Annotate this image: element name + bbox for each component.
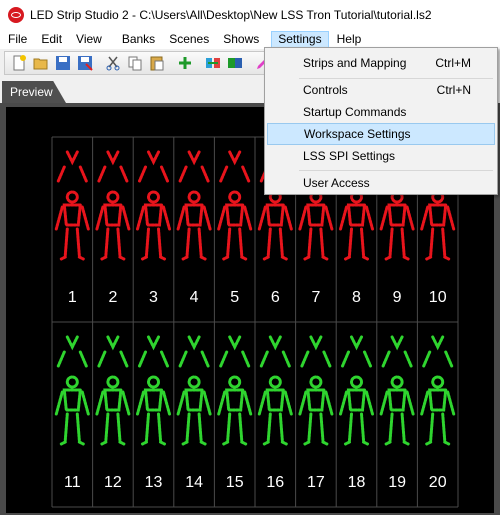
- menu-item-label: LSS SPI Settings: [303, 149, 396, 163]
- led-figure: [136, 335, 171, 446]
- menu-item-user-access[interactable]: User Access: [267, 172, 495, 194]
- menu-scenes[interactable]: Scenes: [163, 31, 215, 48]
- led-figure: [54, 335, 90, 446]
- window-title: LED Strip Studio 2 - C:\Users\All\Deskto…: [30, 8, 432, 22]
- tool-icon[interactable]: [205, 55, 221, 71]
- fixture-number-label: 13: [145, 474, 163, 491]
- tool2-icon[interactable]: [227, 55, 243, 71]
- fixture-number-label: 19: [388, 474, 406, 491]
- menu-item-label: Strips and Mapping: [303, 56, 407, 70]
- menu-item-startup-commands[interactable]: Startup Commands: [267, 101, 495, 123]
- menu-item-label: Startup Commands: [303, 105, 407, 119]
- fixture-number-label: 11: [64, 474, 81, 491]
- led-figure: [136, 150, 171, 261]
- toolbar-strip: [4, 51, 294, 75]
- fixture-number-label: 18: [348, 474, 366, 491]
- fixture-number-label: 7: [311, 289, 320, 306]
- menu-item-lss-spi-settings[interactable]: LSS SPI Settings: [267, 145, 495, 167]
- fixture-number-label: 2: [108, 289, 117, 306]
- new-icon[interactable]: [11, 55, 27, 71]
- menu-help[interactable]: Help: [331, 31, 368, 48]
- fixture-number-label: 12: [104, 474, 122, 491]
- shortcut-label: Ctrl+N: [436, 83, 471, 97]
- copy-icon[interactable]: [127, 55, 143, 71]
- menu-item-label: Workspace Settings: [304, 127, 411, 141]
- fixture-number-label: 5: [230, 289, 239, 306]
- led-figure: [54, 150, 90, 261]
- cut-icon[interactable]: [105, 55, 121, 71]
- led-figure: [217, 335, 253, 446]
- menu-item-label: User Access: [303, 176, 370, 190]
- app-logo-icon: [8, 7, 24, 23]
- settings-dropdown-menu: Strips and Mapping Ctrl+M Controls Ctrl+…: [264, 47, 498, 195]
- shortcut-label: Ctrl+M: [435, 56, 471, 70]
- fixture-number-label: 9: [393, 289, 402, 306]
- fixture-number-label: 10: [429, 289, 447, 306]
- paste-icon[interactable]: [149, 55, 165, 71]
- led-figure: [95, 335, 131, 446]
- open-icon[interactable]: [33, 55, 49, 71]
- fixture-number-label: 3: [149, 289, 158, 306]
- led-figure: [217, 150, 253, 261]
- menu-separator: [299, 170, 493, 171]
- menu-item-strips-and-mapping[interactable]: Strips and Mapping Ctrl+M: [267, 52, 495, 74]
- menu-file[interactable]: File: [2, 31, 33, 48]
- led-figure: [176, 335, 212, 446]
- menu-item-workspace-settings[interactable]: Workspace Settings: [267, 123, 495, 145]
- fixture-number-label: 4: [190, 289, 199, 306]
- tab-preview[interactable]: Preview: [2, 81, 66, 103]
- menu-shows[interactable]: Shows: [217, 31, 265, 48]
- fixture-number-label: 20: [429, 474, 447, 491]
- menu-banks[interactable]: Banks: [116, 31, 161, 48]
- fixture-number-label: 16: [266, 474, 284, 491]
- menu-settings[interactable]: Settings: [271, 31, 329, 48]
- led-figure: [257, 335, 293, 446]
- led-figure: [95, 150, 131, 261]
- fixture-number-label: 14: [185, 474, 203, 491]
- led-figure: [176, 150, 212, 261]
- led-figure: [298, 335, 334, 446]
- add-icon[interactable]: [177, 55, 193, 71]
- fixture-number-label: 15: [226, 474, 244, 491]
- fixture-number-label: 1: [68, 289, 77, 306]
- menu-item-controls[interactable]: Controls Ctrl+N: [267, 79, 495, 101]
- save-as-icon[interactable]: [77, 55, 93, 71]
- title-bar: LED Strip Studio 2 - C:\Users\All\Deskto…: [0, 0, 500, 30]
- led-figure: [339, 335, 374, 446]
- menu-item-label: Controls: [303, 83, 348, 97]
- fixture-number-label: 17: [307, 474, 325, 491]
- fixture-number-label: 6: [271, 289, 280, 306]
- save-icon[interactable]: [55, 55, 71, 71]
- led-figure: [379, 335, 415, 446]
- menu-view[interactable]: View: [70, 31, 108, 48]
- led-figure: [420, 335, 456, 446]
- menu-edit[interactable]: Edit: [35, 31, 68, 48]
- fixture-number-label: 8: [352, 289, 361, 306]
